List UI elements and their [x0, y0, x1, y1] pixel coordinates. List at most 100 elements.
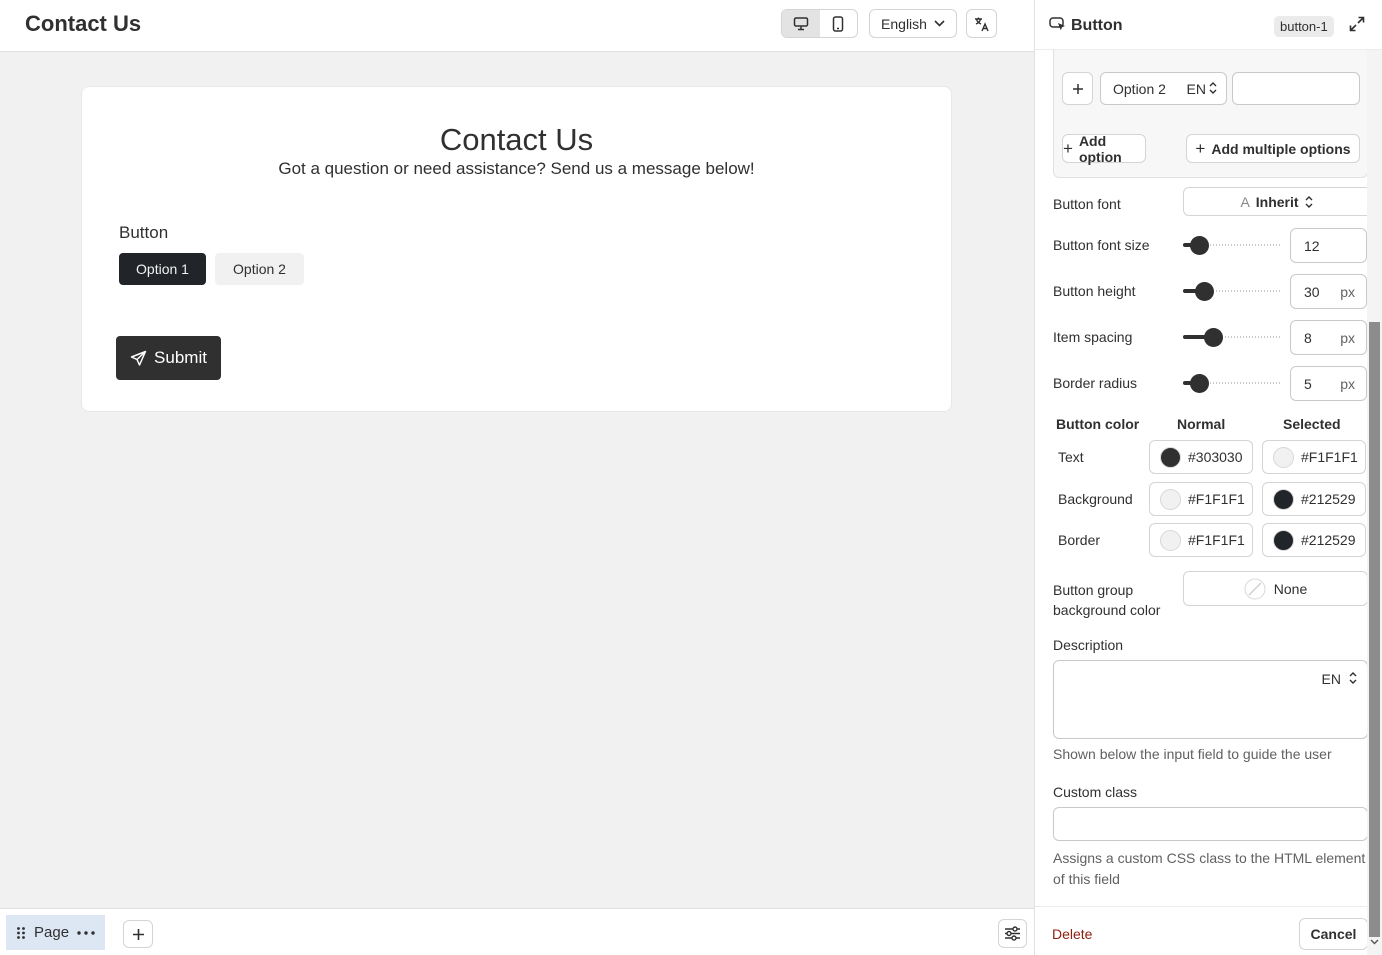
mobile-icon	[833, 15, 844, 32]
color-swatch	[1273, 529, 1294, 551]
page-tab[interactable]: Page	[6, 915, 105, 950]
option-value-input[interactable]	[1232, 72, 1360, 105]
options-editor: Option 2 EN + Add option + Add multiple …	[1053, 40, 1368, 178]
option-1-button[interactable]: Option 1	[119, 253, 206, 285]
form-title: Contact Us	[439, 122, 594, 157]
device-toggle	[781, 9, 858, 38]
setting-slider[interactable]	[1183, 373, 1280, 393]
color-hex: #303030	[1188, 449, 1243, 465]
color-normal-button[interactable]: #F1F1F1	[1149, 482, 1253, 516]
color-selected-button[interactable]: #212529	[1262, 482, 1366, 516]
color-hex: #F1F1F1	[1188, 491, 1245, 507]
add-option-button[interactable]: + Add option	[1062, 133, 1146, 165]
submit-button[interactable]: Submit	[116, 336, 221, 380]
color-selected-button[interactable]: #F1F1F1	[1262, 440, 1366, 474]
color-swatch	[1160, 446, 1181, 468]
setting-label: Button height	[1053, 283, 1136, 299]
option-lang: EN	[1186, 80, 1206, 97]
form-card: Contact Us Got a question or need assist…	[81, 86, 952, 412]
cancel-button[interactable]: Cancel	[1299, 918, 1368, 950]
color-normal-button[interactable]: #F1F1F1	[1149, 523, 1253, 557]
description-help: Shown below the input field to guide the…	[1053, 746, 1332, 762]
translate-icon	[974, 17, 989, 31]
color-hex: #212529	[1301, 491, 1356, 507]
option-2-button[interactable]: Option 2	[215, 253, 304, 285]
description-input[interactable]: EN	[1053, 660, 1368, 739]
color-hex: #F1F1F1	[1301, 449, 1358, 465]
chevron-down-icon	[934, 20, 945, 27]
custom-class-input[interactable]	[1053, 807, 1368, 841]
delete-button[interactable]: Delete	[1052, 926, 1092, 942]
color-swatch	[1160, 488, 1181, 510]
color-normal-button[interactable]: #303030	[1149, 440, 1253, 474]
setting-slider[interactable]	[1183, 281, 1280, 301]
form-settings-button[interactable]	[998, 919, 1027, 948]
expand-icon[interactable]	[1349, 16, 1365, 32]
color-selected-button[interactable]: #212529	[1262, 523, 1366, 557]
page-tab-label: Page	[34, 924, 70, 941]
scrollbar-thumb[interactable]	[1369, 322, 1380, 937]
description-lang: EN	[1321, 671, 1341, 687]
color-hex: #212529	[1301, 532, 1356, 548]
language-value: English	[881, 15, 927, 32]
setting-unit: px	[1340, 375, 1355, 392]
add-multiple-options-button[interactable]: + Add multiple options	[1186, 134, 1360, 163]
no-color-icon	[1244, 578, 1266, 599]
setting-unit: px	[1340, 283, 1355, 300]
setting-value: 8	[1304, 329, 1312, 346]
color-swatch	[1160, 529, 1181, 551]
group-background-color-button[interactable]: None	[1183, 571, 1368, 606]
button-font-value: Inherit	[1255, 193, 1299, 210]
translate-button[interactable]	[966, 9, 997, 38]
chevron-up-down-icon[interactable]	[1209, 81, 1217, 95]
setting-value-input[interactable]: 8 px	[1290, 320, 1367, 355]
add-option-inline-button[interactable]	[1062, 72, 1093, 105]
plus-icon	[132, 928, 144, 940]
language-select[interactable]: English	[869, 9, 957, 38]
sliders-icon	[1005, 926, 1020, 941]
slider-knob[interactable]	[1195, 282, 1214, 301]
desktop-view-button[interactable]	[782, 10, 820, 37]
more-options-icon[interactable]	[77, 930, 95, 935]
button-font-select[interactable]: A Inherit	[1183, 187, 1369, 216]
option-label-input[interactable]: Option 2 EN	[1100, 72, 1227, 105]
button-field-label: Button	[119, 223, 169, 242]
color-row-label: Text	[1058, 449, 1084, 465]
color-hex: #F1F1F1	[1188, 532, 1245, 548]
setting-value: 30	[1304, 283, 1320, 300]
option-label-value: Option 2	[1113, 80, 1166, 97]
panel-header: Button button-1	[1035, 0, 1382, 50]
form-subtitle: Got a question or need assistance? Send …	[278, 159, 755, 178]
submit-label: Submit	[154, 348, 207, 367]
button-font-label: Button font	[1053, 196, 1121, 212]
normal-column-header: Normal	[1177, 416, 1226, 432]
group-background-label: Button group background color	[1053, 582, 1161, 618]
setting-value-input[interactable]: 30 px	[1290, 274, 1367, 309]
button-color-header: Button color	[1056, 416, 1140, 432]
cursor-click-icon	[1049, 17, 1065, 31]
group-background-value: None	[1273, 580, 1308, 597]
setting-slider[interactable]	[1183, 327, 1280, 347]
add-page-button[interactable]	[123, 920, 153, 948]
scroll-down-icon[interactable]	[1370, 939, 1379, 945]
setting-label: Button font size	[1053, 237, 1150, 253]
slider-knob[interactable]	[1204, 328, 1223, 347]
bottom-bar: Page	[0, 908, 1034, 955]
setting-value: 5	[1304, 375, 1312, 392]
panel-footer: Delete Cancel	[1035, 906, 1382, 955]
setting-label: Border radius	[1053, 375, 1138, 391]
page-title: Contact Us	[25, 11, 142, 36]
custom-class-label: Custom class	[1053, 784, 1138, 800]
chevron-up-down-icon[interactable]	[1349, 671, 1357, 685]
element-id-badge: button-1	[1274, 16, 1334, 37]
slider-knob[interactable]	[1190, 374, 1209, 393]
mobile-view-button[interactable]	[820, 10, 858, 37]
panel-scrollbar[interactable]	[1367, 50, 1382, 955]
setting-value-input[interactable]: 5 px	[1290, 366, 1367, 401]
color-row-label: Background	[1058, 491, 1133, 507]
slider-knob[interactable]	[1190, 236, 1209, 255]
setting-value-input[interactable]: 12	[1290, 228, 1367, 263]
drag-handle-icon[interactable]	[16, 926, 26, 940]
setting-slider[interactable]	[1183, 235, 1280, 255]
custom-class-help: Assigns a custom CSS class to the HTML e…	[1053, 850, 1366, 887]
